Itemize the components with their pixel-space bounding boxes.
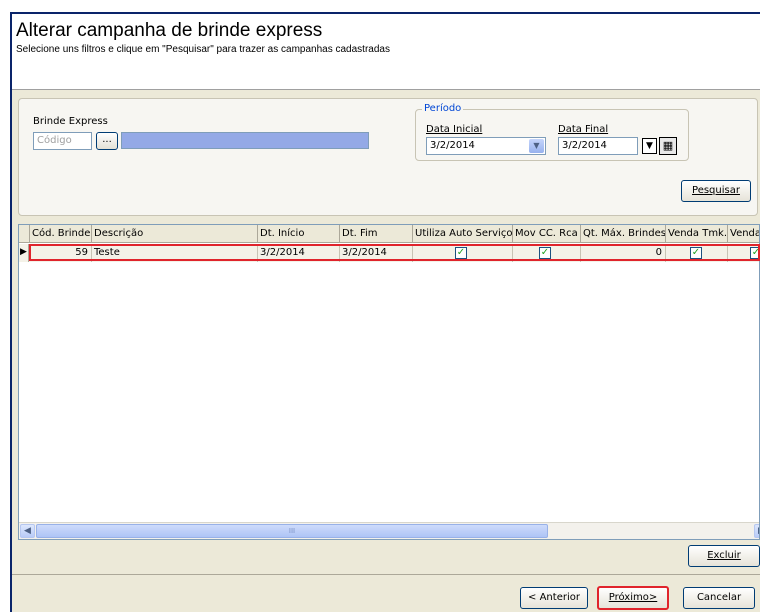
excluir-button[interactable]: Excluir	[688, 545, 760, 567]
column-header-auto-servico[interactable]: Utiliza Auto Serviço	[413, 225, 513, 243]
cell-venda-tmk[interactable]: ✓	[666, 244, 728, 262]
data-inicial-label: Data Inicial	[426, 124, 482, 135]
table-row[interactable]: ▶ 59 Teste 3/2/2014 3/2/2014 ✓ ✓ 0 ✓ ✓	[19, 244, 759, 262]
periodo-group: Período Data Inicial 3/2/2014 ▼ Data Fin…	[415, 103, 689, 161]
column-header-venda[interactable]: Venda	[728, 225, 759, 243]
column-header-mov-cc-rca[interactable]: Mov CC. Rca	[513, 225, 581, 243]
scroll-thumb[interactable]: III	[36, 524, 548, 538]
proximo-button-label: Próximo>	[608, 592, 658, 603]
row-pointer-icon: ▶	[19, 244, 29, 262]
checkbox-checked-icon[interactable]: ✓	[539, 247, 551, 259]
cell-codigo[interactable]: 59	[30, 244, 92, 262]
data-final-dropdown-button[interactable]: ▼	[642, 138, 657, 154]
proximo-button[interactable]: Próximo>	[597, 586, 669, 610]
campaigns-table: Cód. Brinde Descrição Dt. Início Dt. Fim…	[18, 224, 760, 540]
scroll-right-icon[interactable]: ▶	[754, 524, 759, 538]
data-inicial-label-text: Data Inicial	[426, 124, 483, 135]
data-inicial-value: 3/2/2014	[430, 140, 475, 151]
brinde-express-label: Brinde Express	[33, 116, 108, 127]
data-final-label: Data Final	[558, 124, 608, 135]
calendar-icon[interactable]: ▦	[659, 137, 677, 155]
cell-dt-fim[interactable]: 3/2/2014	[340, 244, 413, 262]
cancelar-button[interactable]: Cancelar	[683, 587, 755, 609]
data-final-label-text: Data Final	[558, 124, 609, 135]
periodo-legend: Período	[422, 103, 464, 114]
data-final-input[interactable]: 3/2/2014	[558, 137, 638, 155]
brinde-description-field	[121, 132, 369, 149]
pesquisar-button[interactable]: Pesquisar	[681, 180, 751, 202]
scroll-left-icon[interactable]: ◀	[20, 524, 35, 538]
excluir-button-label: Excluir	[707, 550, 741, 561]
column-header-qt-max[interactable]: Qt. Máx. Brindes	[581, 225, 666, 243]
column-header-dt-fim[interactable]: Dt. Fim	[340, 225, 413, 243]
wizard-header: Alterar campanha de brinde express Selec…	[12, 14, 760, 90]
checkbox-checked-icon[interactable]: ✓	[690, 247, 702, 259]
cell-dt-inicio[interactable]: 3/2/2014	[258, 244, 340, 262]
footer-divider	[12, 574, 760, 575]
cell-qt-max[interactable]: 0	[581, 244, 666, 262]
chevron-down-icon[interactable]: ▼	[529, 139, 544, 153]
column-header-codigo[interactable]: Cód. Brinde	[30, 225, 92, 243]
wizard-window: Alterar campanha de brinde express Selec…	[0, 0, 760, 612]
cell-descricao[interactable]: Teste	[92, 244, 258, 262]
table-header: Cód. Brinde Descrição Dt. Início Dt. Fim…	[19, 225, 759, 243]
checkbox-checked-icon[interactable]: ✓	[455, 247, 467, 259]
data-inicial-picker[interactable]: 3/2/2014 ▼	[426, 137, 546, 155]
filter-panel: Brinde Express Código ... Período Data I…	[18, 98, 758, 216]
page-title: Alterar campanha de brinde express	[16, 20, 323, 41]
lookup-button[interactable]: ...	[96, 132, 118, 150]
page-subtitle: Selecione uns filtros e clique em "Pesqu…	[16, 44, 390, 55]
chevron-down-icon: ▼	[646, 141, 653, 151]
column-header-dt-inicio[interactable]: Dt. Início	[258, 225, 340, 243]
pesquisar-button-label: Pesquisar	[692, 185, 740, 196]
header-indicator-cell	[19, 225, 30, 243]
cell-mov-cc-rca[interactable]: ✓	[513, 244, 581, 262]
checkbox-checked-icon[interactable]: ✓	[750, 247, 759, 259]
data-final-value: 3/2/2014	[562, 140, 607, 151]
wizard-content: Brinde Express Código ... Período Data I…	[12, 90, 760, 612]
horizontal-scrollbar[interactable]: ◀ III ▶	[19, 522, 759, 539]
cell-venda[interactable]: ✓	[728, 244, 759, 262]
column-header-venda-tmk[interactable]: Venda Tmk.	[666, 225, 728, 243]
anterior-button[interactable]: < Anterior	[520, 587, 588, 609]
column-header-descricao[interactable]: Descrição	[92, 225, 258, 243]
cell-auto-servico[interactable]: ✓	[413, 244, 513, 262]
codigo-input[interactable]: Código	[33, 132, 92, 150]
